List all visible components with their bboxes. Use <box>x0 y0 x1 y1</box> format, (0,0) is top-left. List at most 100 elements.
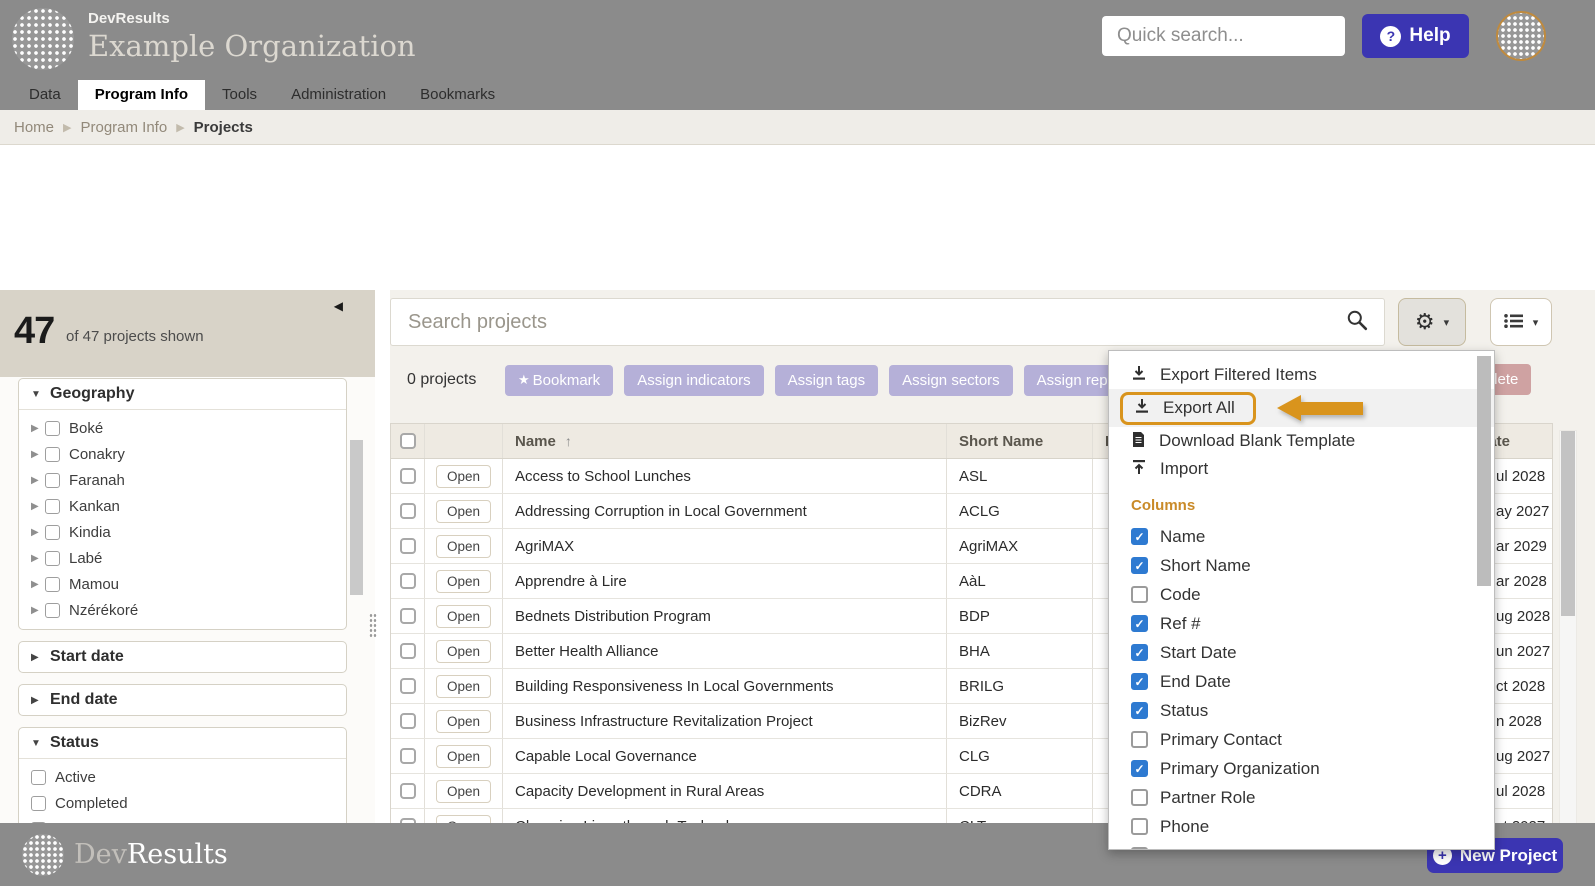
expand-icon[interactable]: ▶ <box>31 605 45 616</box>
row-checkbox[interactable] <box>400 678 416 694</box>
expand-icon[interactable]: ▶ <box>31 527 45 538</box>
collapse-sidebar-icon[interactable]: ◀ <box>334 299 343 313</box>
tab-bookmarks[interactable]: Bookmarks <box>403 80 512 110</box>
filter-checkbox[interactable] <box>45 603 60 618</box>
menu-item-download-blank-template[interactable]: Download Blank Template <box>1109 427 1494 455</box>
expand-icon[interactable]: ▶ <box>31 501 45 512</box>
column-toggle-end-date[interactable]: End Date <box>1109 667 1494 696</box>
filter-checkbox[interactable] <box>31 770 46 785</box>
select-all-checkbox[interactable] <box>400 433 416 449</box>
column-checkbox[interactable] <box>1131 673 1148 690</box>
sidebar-resize-grip[interactable] <box>369 613 377 639</box>
project-name-cell[interactable]: Bednets Distribution Program <box>503 599 947 633</box>
project-name-cell[interactable]: Access to School Lunches <box>503 459 947 493</box>
expand-icon[interactable]: ▶ <box>31 475 45 486</box>
column-toggle-primary-organization[interactable]: Primary Organization <box>1109 754 1494 783</box>
filter-item-bok[interactable]: ▶Boké <box>19 415 346 441</box>
filter-item-faranah[interactable]: ▶Faranah <box>19 467 346 493</box>
breadcrumb-program-info[interactable]: Program Info <box>80 119 167 136</box>
view-options-button[interactable]: ▾ <box>1490 298 1552 346</box>
filter-group-header-start-date[interactable]: ▶Start date <box>19 642 346 672</box>
column-toggle-phone[interactable]: Phone <box>1109 812 1494 841</box>
row-checkbox[interactable] <box>400 713 416 729</box>
row-checkbox[interactable] <box>400 573 416 589</box>
open-button[interactable]: Open <box>436 570 491 593</box>
column-checkbox[interactable] <box>1131 818 1148 835</box>
column-checkbox[interactable] <box>1131 615 1148 632</box>
filter-group-header-end-date[interactable]: ▶End date <box>19 685 346 715</box>
project-search-input[interactable] <box>391 311 1346 334</box>
filter-checkbox[interactable] <box>45 421 60 436</box>
project-name-cell[interactable]: Capacity Development in Rural Areas <box>503 774 947 808</box>
user-avatar[interactable] <box>1496 11 1546 61</box>
expand-icon[interactable]: ▶ <box>31 423 45 434</box>
filter-item-nz-r-kor[interactable]: ▶Nzérékoré <box>19 597 346 623</box>
filter-group-header-status[interactable]: ▼Status <box>19 728 346 759</box>
row-checkbox[interactable] <box>400 608 416 624</box>
tab-program-info[interactable]: Program Info <box>78 80 205 110</box>
open-button[interactable]: Open <box>436 605 491 628</box>
expand-icon[interactable]: ▶ <box>31 579 45 590</box>
open-button[interactable]: Open <box>436 780 491 803</box>
open-button[interactable]: Open <box>436 535 491 558</box>
filter-checkbox[interactable] <box>45 551 60 566</box>
column-toggle-short-name[interactable]: Short Name <box>1109 551 1494 580</box>
menu-item-export-all[interactable]: Export All <box>1109 389 1494 427</box>
filter-item-lab[interactable]: ▶Labé <box>19 545 346 571</box>
column-checkbox[interactable] <box>1131 760 1148 777</box>
project-name-cell[interactable]: Addressing Corruption in Local Governmen… <box>503 494 947 528</box>
help-button[interactable]: ? Help <box>1362 14 1469 58</box>
column-toggle-primary-contact[interactable]: Primary Contact <box>1109 725 1494 754</box>
project-name-cell[interactable]: Apprendre à Lire <box>503 564 947 598</box>
row-checkbox[interactable] <box>400 748 416 764</box>
open-button[interactable]: Open <box>436 675 491 698</box>
column-checkbox[interactable] <box>1131 528 1148 545</box>
project-name-cell[interactable]: Capable Local Governance <box>503 739 947 773</box>
expand-icon[interactable]: ▶ <box>31 553 45 564</box>
column-checkbox[interactable] <box>1131 847 1148 850</box>
column-checkbox[interactable] <box>1131 557 1148 574</box>
filter-checkbox[interactable] <box>45 499 60 514</box>
sidebar-scrollbar-thumb[interactable] <box>350 440 363 595</box>
vertical-scrollbar[interactable] <box>1559 430 1577 886</box>
row-checkbox[interactable] <box>400 643 416 659</box>
bookmark-button[interactable]: ★Bookmark <box>505 365 613 396</box>
row-checkbox[interactable] <box>400 468 416 484</box>
column-toggle-ref[interactable]: Ref # <box>1109 609 1494 638</box>
column-checkbox[interactable] <box>1131 789 1148 806</box>
short-name-header[interactable]: Short Name <box>947 424 1093 458</box>
project-name-cell[interactable]: Better Health Alliance <box>503 634 947 668</box>
tab-data[interactable]: Data <box>12 80 78 110</box>
row-checkbox[interactable] <box>400 783 416 799</box>
column-checkbox[interactable] <box>1131 586 1148 603</box>
filter-checkbox[interactable] <box>45 473 60 488</box>
quick-search-input[interactable] <box>1102 25 1368 47</box>
filter-item-mamou[interactable]: ▶Mamou <box>19 571 346 597</box>
assign-sectors-button[interactable]: Assign sectors <box>889 365 1013 396</box>
open-button[interactable]: Open <box>436 710 491 733</box>
project-name-cell[interactable]: Business Infrastructure Revitalization P… <box>503 704 947 738</box>
column-toggle-fax[interactable]: Fax <box>1109 841 1494 850</box>
search-icon[interactable] <box>1346 309 1368 336</box>
filter-item-kindia[interactable]: ▶Kindia <box>19 519 346 545</box>
assign-tags-button[interactable]: Assign tags <box>775 365 879 396</box>
filter-item-conakry[interactable]: ▶Conakry <box>19 441 346 467</box>
filter-checkbox[interactable] <box>31 796 46 811</box>
open-button[interactable]: Open <box>436 745 491 768</box>
project-name-cell[interactable]: AgriMAX <box>503 529 947 563</box>
filter-checkbox[interactable] <box>45 577 60 592</box>
row-checkbox[interactable] <box>400 538 416 554</box>
open-button[interactable]: Open <box>436 500 491 523</box>
filter-item-kankan[interactable]: ▶Kankan <box>19 493 346 519</box>
filter-group-header-geography[interactable]: ▼Geography <box>19 379 346 410</box>
breadcrumb-home[interactable]: Home <box>14 119 54 136</box>
filter-item-active[interactable]: Active <box>19 764 346 790</box>
tab-administration[interactable]: Administration <box>274 80 403 110</box>
expand-icon[interactable]: ▶ <box>31 449 45 460</box>
tab-tools[interactable]: Tools <box>205 80 274 110</box>
name-header[interactable]: Name↑ <box>503 424 947 458</box>
row-checkbox[interactable] <box>400 503 416 519</box>
gear-menu-button[interactable]: ⚙ ▾ <box>1398 298 1466 346</box>
dropdown-scrollbar-thumb[interactable] <box>1477 356 1491 586</box>
column-toggle-start-date[interactable]: Start Date <box>1109 638 1494 667</box>
